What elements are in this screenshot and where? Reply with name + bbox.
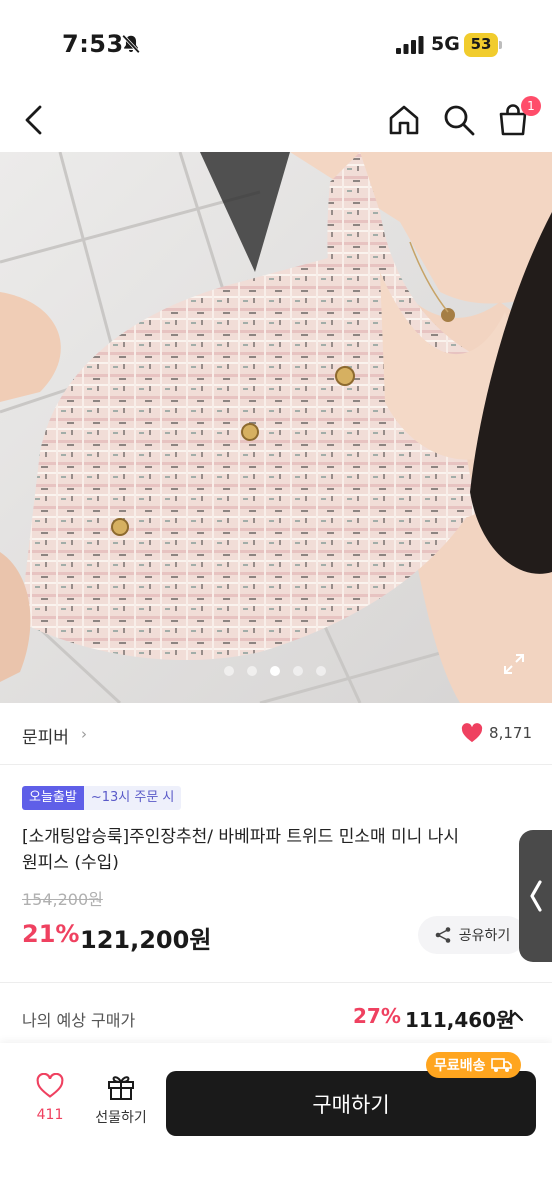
share-button[interactable]: 공유하기: [418, 916, 526, 954]
chevron-left-icon: [529, 880, 542, 912]
sale-price: 121,200원: [80, 926, 212, 954]
battery-icon: 53: [464, 33, 502, 57]
battery-level: 53: [470, 35, 492, 53]
chevron-up-icon[interactable]: [505, 1007, 525, 1027]
like-count[interactable]: 8,171: [461, 723, 532, 743]
free-shipping-label: 무료배송: [434, 1058, 486, 1074]
seller-likes: 8,171: [489, 724, 532, 742]
discount-rate: 21%: [22, 920, 80, 948]
bell-muted-icon: [122, 34, 140, 54]
share-label: 공유하기: [458, 928, 511, 944]
delivery-badges: 오늘출발 ~13시 주문 시: [22, 786, 182, 810]
heart-outline-icon: [36, 1072, 64, 1098]
gallery-dot[interactable]: [316, 666, 326, 676]
chevron-right-icon: ›: [81, 725, 87, 743]
home-icon: [389, 105, 419, 135]
expected-discount: 27%: [353, 1004, 401, 1028]
truck-icon: [490, 1058, 512, 1072]
seller-name[interactable]: 문피버: [22, 723, 69, 748]
home-button[interactable]: [384, 100, 424, 140]
gallery-dot-active[interactable]: [270, 666, 280, 676]
gift-button[interactable]: 선물하기: [88, 1073, 154, 1127]
free-shipping-badge: 무료배송: [426, 1052, 521, 1078]
seller-row[interactable]: 문피버 › 8,171: [0, 703, 552, 765]
gift-label: 선물하기: [95, 1110, 147, 1126]
wishlist-count: 411: [36, 1107, 64, 1123]
expected-price-row[interactable]: 나의 예상 구매가 27% 111,460원: [0, 1000, 552, 1040]
product-title: [소개팅압승룩]주인장추천/ 바베파파 트위드 민소매 미니 나시: [22, 827, 460, 847]
divider: [0, 982, 552, 983]
back-button[interactable]: [14, 100, 54, 140]
badge-today-shipping: 오늘출발: [22, 786, 84, 810]
top-nav: [0, 90, 552, 152]
network-label: 5G: [431, 33, 460, 55]
badge-order-cutoff: ~13시 주문 시: [83, 786, 182, 810]
chevron-left-icon: [25, 105, 42, 135]
share-icon: [435, 927, 451, 943]
status-bar: 7:53 5G 53: [0, 0, 552, 90]
search-button[interactable]: [439, 100, 479, 140]
gallery-dot[interactable]: [293, 666, 303, 676]
wishlist-button[interactable]: 411: [24, 1072, 76, 1123]
product-image[interactable]: [0, 152, 552, 703]
cart-count-badge: 1: [521, 96, 541, 116]
product-title-line2: 원피스 (수입): [22, 853, 119, 873]
expand-icon[interactable]: [502, 652, 526, 676]
signal-icon: [396, 36, 424, 54]
original-price: 154,200원: [22, 890, 103, 909]
expected-price-label: 나의 예상 구매가: [22, 1011, 136, 1030]
gallery-dots: [224, 666, 326, 676]
status-time: 7:53: [62, 30, 124, 58]
gallery-dot[interactable]: [247, 666, 257, 676]
side-panel-tab[interactable]: [519, 830, 552, 962]
gallery-dot[interactable]: [224, 666, 234, 676]
expected-price: 111,460원: [405, 1008, 515, 1032]
buy-button[interactable]: 구매하기: [166, 1071, 536, 1136]
search-icon: [444, 105, 475, 136]
heart-icon: [461, 723, 483, 743]
gift-icon: [108, 1076, 134, 1100]
